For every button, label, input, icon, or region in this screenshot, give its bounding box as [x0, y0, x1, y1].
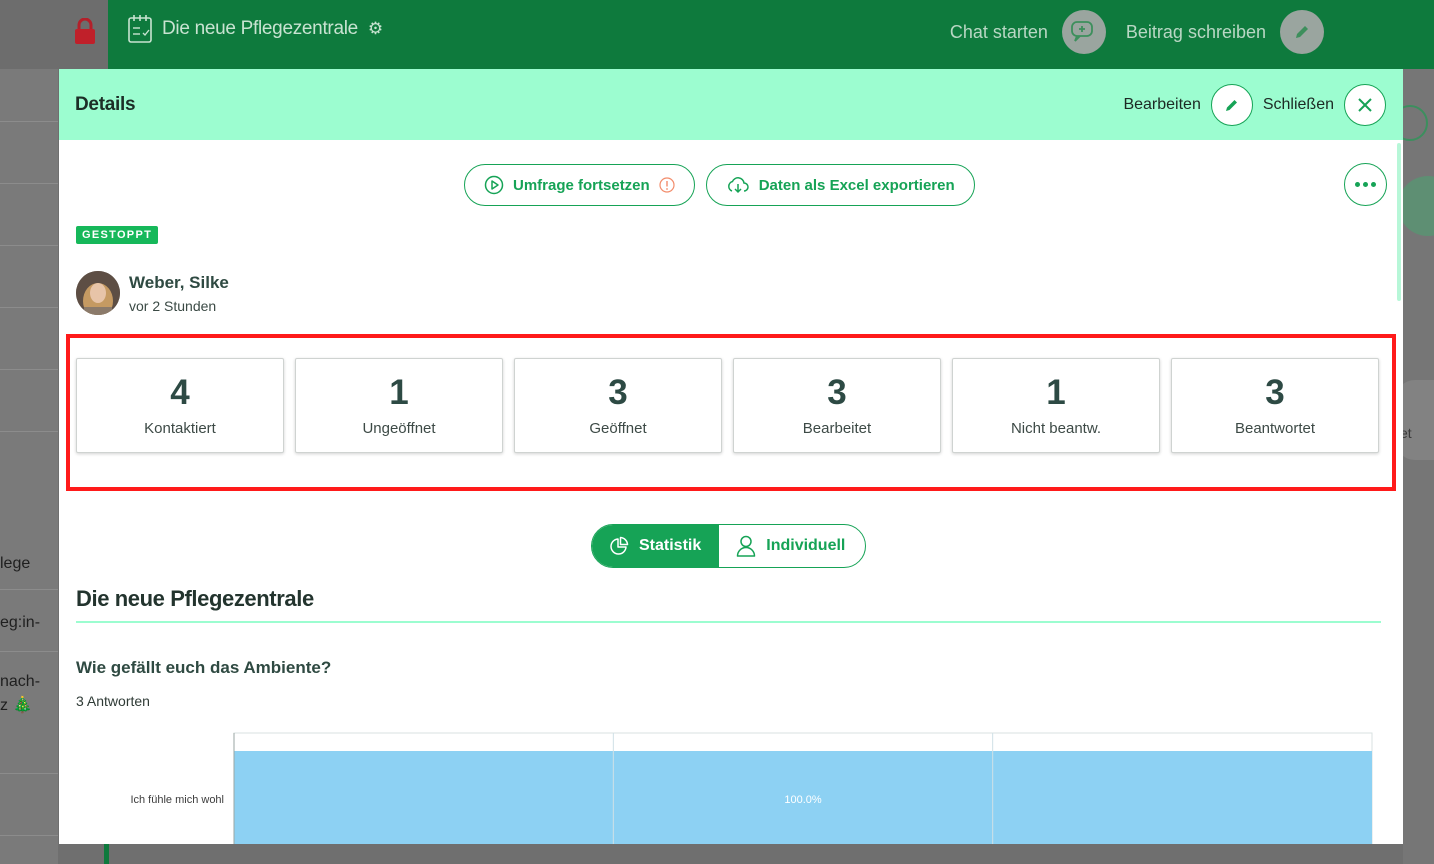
modal-header-actions: Bearbeiten Schließen — [1123, 83, 1386, 126]
resume-survey-button[interactable]: Umfrage fortsetzen — [464, 164, 695, 206]
more-dots-icon — [1371, 182, 1376, 187]
person-icon — [737, 535, 756, 557]
section-title: Die neue Pflegezentrale — [76, 586, 314, 611]
export-excel-button[interactable]: Daten als Excel exportieren — [705, 164, 975, 206]
tab-individual[interactable]: Individuell — [719, 525, 865, 567]
close-label[interactable]: Schließen — [1263, 96, 1334, 114]
close-button[interactable] — [1344, 83, 1386, 126]
sidebar-item-text[interactable]: nach- — [0, 673, 40, 691]
pie-chart-icon — [610, 536, 629, 555]
sidebar-divider — [0, 369, 58, 370]
sidebar-divider — [0, 835, 58, 836]
stat-label: Kontaktiert — [144, 420, 216, 437]
sidebar-item-text[interactable]: eg:in- — [0, 614, 40, 632]
survey-calendar-icon — [128, 15, 152, 43]
avatar[interactable] — [76, 271, 120, 315]
chat-start-button[interactable] — [1061, 10, 1106, 54]
cloud-download-icon — [727, 177, 749, 194]
author-info: Weber, Silke vor 2 Stunden — [76, 271, 229, 315]
edit-label[interactable]: Bearbeiten — [1123, 96, 1200, 114]
stat-card-unopened[interactable]: 1 Ungeöffnet — [295, 358, 503, 453]
app-title: Die neue Pflegezentrale — [162, 18, 358, 39]
app-title-area: Die neue Pflegezentrale ⚙ — [128, 14, 383, 44]
info-icon[interactable] — [659, 177, 675, 193]
sidebar-item-text[interactable]: z 🎄 — [0, 695, 32, 715]
tab-individual-label: Individuell — [766, 537, 846, 554]
write-post-label[interactable]: Beitrag schreiben — [1126, 22, 1266, 43]
pencil-icon — [1296, 26, 1308, 38]
stat-value: 3 — [608, 373, 628, 412]
sidebar-divider — [0, 121, 58, 122]
stats-row: 4 Kontaktiert 1 Ungeöffnet 3 Geöffnet 3 … — [76, 358, 1379, 453]
more-dots-icon — [1355, 182, 1360, 187]
export-excel-label: Daten als Excel exportieren — [758, 176, 955, 194]
details-modal: Details Bearbeiten Schließen Umfrage for… — [59, 69, 1403, 844]
stat-card-opened[interactable]: 3 Geöffnet — [514, 358, 722, 453]
status-badge: GESTOPPT — [76, 226, 159, 244]
more-options-button[interactable] — [1344, 163, 1387, 206]
tab-statistics[interactable]: Statistik — [592, 525, 720, 567]
app-top-actions: Chat starten Beitrag schreiben — [950, 10, 1324, 54]
question-title: Wie gefällt euch das Ambiente? — [76, 658, 332, 677]
stat-card-edited[interactable]: 3 Bearbeitet — [733, 358, 941, 453]
answers-count: 3 Antworten — [76, 693, 150, 709]
stat-value: 3 — [827, 373, 847, 412]
author-text: Weber, Silke vor 2 Stunden — [129, 273, 229, 314]
sidebar-divider — [0, 183, 58, 184]
modal-title: Details — [75, 93, 136, 115]
sidebar-divider — [0, 773, 58, 774]
resume-survey-label: Umfrage fortsetzen — [513, 176, 650, 194]
stat-card-not-answered[interactable]: 1 Nicht beantw. — [952, 358, 1160, 453]
view-toggle: Statistik Individuell — [591, 524, 867, 568]
stat-value: 1 — [389, 373, 409, 412]
chat-bubble-icon — [1071, 21, 1093, 42]
settings-gear-icon[interactable]: ⚙ — [368, 19, 383, 39]
chat-start-label[interactable]: Chat starten — [950, 22, 1048, 43]
sidebar-item-text[interactable]: lege — [0, 555, 30, 573]
stat-card-contacted[interactable]: 4 Kontaktiert — [76, 358, 284, 453]
avatar-photo — [76, 271, 120, 315]
author-timestamp: vor 2 Stunden — [129, 297, 217, 314]
pencil-icon — [1225, 99, 1237, 111]
modal-scrollbar[interactable] — [1397, 143, 1401, 301]
stat-label: Geöffnet — [589, 420, 647, 437]
answer-bar-chart: Ich fühle mich wohl 100.0% — [130, 732, 1373, 844]
sidebar-divider — [0, 589, 58, 590]
close-icon — [1358, 97, 1372, 112]
chart-category-label: Ich fühle mich wohl — [130, 794, 224, 806]
stat-card-answered[interactable]: 3 Beantwortet — [1171, 358, 1379, 453]
write-post-button[interactable] — [1280, 10, 1324, 54]
stat-label: Beantwortet — [1234, 420, 1316, 437]
sidebar-divider — [0, 307, 58, 308]
sidebar-divider — [0, 651, 58, 652]
section-divider — [76, 621, 1381, 623]
stat-label: Bearbeitet — [802, 420, 872, 437]
stat-value: 3 — [1265, 373, 1285, 412]
app-sidebar: lege eg:in- nach- z 🎄 — [0, 69, 58, 864]
modal-header: Details Bearbeiten Schließen — [59, 69, 1403, 140]
stat-label: Ungeöffnet — [362, 420, 436, 437]
tab-statistics-label: Statistik — [639, 537, 702, 554]
edit-button[interactable] — [1210, 83, 1253, 126]
stat-label: Nicht beantw. — [1010, 420, 1102, 437]
stat-value: 1 — [1046, 373, 1066, 412]
stat-value: 4 — [170, 373, 190, 412]
sidebar-divider — [0, 245, 58, 246]
chart-data-label: 100.0% — [784, 794, 822, 806]
lock-icon[interactable] — [74, 18, 96, 44]
more-dots-icon — [1363, 182, 1368, 187]
survey-action-row: Umfrage fortsetzen Daten als Excel expor… — [464, 164, 975, 206]
author-name[interactable]: Weber, Silke — [129, 273, 229, 293]
play-circle-icon — [484, 175, 504, 195]
sidebar-divider — [0, 431, 58, 432]
